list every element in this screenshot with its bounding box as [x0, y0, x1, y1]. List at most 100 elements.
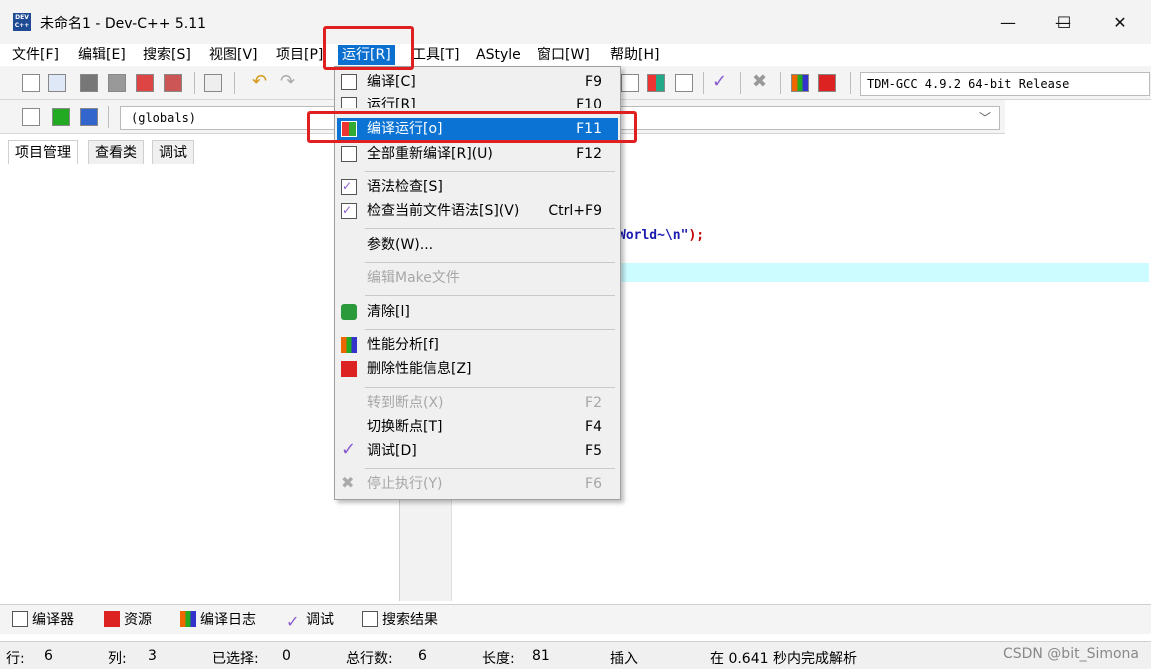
run-menu-run[interactable]: 运行[R] F10 — [337, 94, 618, 108]
close-icon[interactable]: ✕ — [1097, 8, 1143, 38]
menu-file[interactable]: 文件[F] — [8, 45, 63, 65]
run-menu-syntax-check[interactable]: ✓ 语法检查[S] — [337, 176, 618, 198]
tab-label: 资源 — [124, 612, 152, 628]
status-col-label: 列: — [108, 651, 127, 667]
toolbar-separator — [234, 72, 235, 94]
rebuild-toolbar-icon[interactable] — [675, 74, 693, 92]
menu-separator — [365, 295, 615, 296]
status-col: 3 — [148, 648, 157, 664]
check-icon[interactable]: ✓ — [712, 73, 730, 92]
run-menu-debug[interactable]: ✓ 调试[D] F5 — [337, 440, 618, 462]
toolbar-separator — [740, 72, 741, 94]
tab-compiler[interactable]: 编译器 — [12, 609, 74, 631]
watermark: CSDN @bit_Simona — [1002, 646, 1139, 662]
scope-select-value: (globals) — [131, 111, 197, 125]
menu-separator — [365, 171, 615, 172]
run-menu-label: 参数(W)... — [367, 237, 434, 253]
new-file-icon[interactable] — [22, 74, 40, 92]
run-menu-label: 性能分析[f] — [367, 337, 439, 353]
delete-profile-icon — [341, 361, 357, 377]
stop-toolbar-icon[interactable]: ✖ — [752, 73, 770, 92]
tab-resources[interactable]: 资源 — [104, 609, 152, 631]
rebuild-all-icon — [341, 146, 357, 162]
tab-class-view[interactable]: 查看类 — [88, 140, 144, 166]
run-menu-toggle-breakpoint[interactable]: 切换断点[T] F4 — [337, 416, 618, 438]
save-icon[interactable] — [80, 74, 98, 92]
open-file-icon[interactable] — [48, 74, 66, 92]
compile-run-toolbar-icon[interactable] — [647, 74, 665, 92]
tab-search-results[interactable]: 搜索结果 — [362, 609, 438, 631]
status-len-label: 长度: — [482, 651, 515, 667]
project-new-icon[interactable] — [22, 108, 40, 126]
run-menu-label: 语法检查[S] — [367, 179, 443, 195]
delete-profile-toolbar-icon[interactable] — [818, 74, 836, 92]
run-menu-shortcut: F10 — [576, 97, 602, 108]
menu-window[interactable]: 窗口[W] — [533, 45, 594, 65]
tab-compile-log[interactable]: 编译日志 — [180, 609, 256, 631]
maximize-icon[interactable]: ☐ — [1041, 8, 1087, 38]
run-icon — [341, 97, 357, 108]
tab-label: 编译器 — [32, 612, 74, 628]
run-menu-profile[interactable]: 性能分析[f] — [337, 334, 618, 356]
annotation-box-run-menu — [323, 26, 414, 70]
status-mode: 插入 — [610, 651, 638, 667]
run-menu-label: 检查当前文件语法[S](V) — [367, 203, 520, 219]
run-menu-label: 运行[R] — [367, 97, 416, 108]
menu-astyle[interactable]: AStyle — [472, 45, 525, 65]
code-string: World~\n" — [618, 228, 689, 243]
menu-edit[interactable]: 编辑[E] — [74, 45, 130, 65]
compiler-select[interactable]: TDM-GCC 4.9.2 64-bit Release — [860, 72, 1150, 96]
minimize-icon[interactable]: — — [985, 8, 1031, 38]
undo-icon[interactable]: ↶ — [252, 73, 270, 92]
run-menu-parameters[interactable]: 参数(W)... — [337, 234, 618, 256]
menu-tools[interactable]: 工具[T] — [408, 45, 463, 65]
menu-help[interactable]: 帮助[H] — [606, 45, 663, 65]
run-menu-syntax-check-file[interactable]: ✓ 检查当前文件语法[S](V) Ctrl+F9 — [337, 200, 618, 222]
status-sel: 0 — [282, 648, 291, 664]
toolbar-separator — [780, 72, 781, 94]
tab-debug-bottom[interactable]: ✓ 调试 — [286, 609, 334, 631]
code-text: World~\n"); — [618, 228, 704, 243]
tab-project-manager[interactable]: 项目管理 — [8, 140, 78, 166]
status-parse-message: 在 0.641 秒内完成解析 — [710, 651, 857, 667]
project-add-icon[interactable] — [52, 108, 70, 126]
menu-view[interactable]: 视图[V] — [205, 45, 262, 65]
close-file-icon[interactable] — [136, 74, 154, 92]
tab-debug[interactable]: 调试 — [152, 140, 194, 166]
window-title: 未命名1 - Dev-C++ 5.11 — [40, 16, 207, 32]
save-all-icon[interactable] — [108, 74, 126, 92]
status-sel-label: 已选择: — [212, 651, 259, 667]
toolbar-separator — [108, 106, 109, 128]
menu-search[interactable]: 搜索[S] — [139, 45, 195, 65]
bottom-tabs: 编译器 资源 编译日志 ✓ 调试 搜索结果 — [0, 604, 1151, 634]
app-logo-icon: DEV C++ — [13, 13, 31, 31]
project-options-icon[interactable] — [80, 108, 98, 126]
search-icon — [362, 611, 378, 627]
syntax-check-icon: ✓ — [341, 179, 357, 195]
profile-icon — [341, 337, 357, 353]
run-menu-label: 转到断点(X) — [367, 395, 444, 411]
close-all-icon[interactable] — [164, 74, 182, 92]
tab-label: 搜索结果 — [382, 612, 438, 628]
run-menu-label: 清除[l] — [367, 304, 410, 320]
run-menu-clean[interactable]: 清除[l] — [337, 301, 618, 323]
run-menu-label: 编辑Make文件 — [367, 270, 460, 286]
run-menu-label: 全部重新编译[R](U) — [367, 146, 493, 162]
run-toolbar-icon[interactable] — [621, 74, 639, 92]
menu-separator — [365, 468, 615, 469]
profile-toolbar-icon[interactable] — [791, 74, 809, 92]
print-icon[interactable] — [204, 74, 222, 92]
run-menu-delete-profile[interactable]: 删除性能信息[Z] — [337, 358, 618, 380]
menu-project[interactable]: 项目[P] — [272, 45, 327, 65]
menu-bar: 文件[F] 编辑[E] 搜索[S] 视图[V] 项目[P] 运行[R] 工具[T… — [0, 44, 1151, 66]
run-menu-shortcut: Ctrl+F9 — [548, 203, 602, 219]
run-menu-shortcut: F12 — [576, 146, 602, 162]
run-menu-label: 编译[C] — [367, 74, 416, 90]
run-menu-shortcut: F5 — [585, 443, 602, 459]
debug-check-icon: ✓ — [341, 439, 357, 460]
run-menu-rebuild-all[interactable]: 全部重新编译[R](U) F12 — [337, 143, 618, 165]
annotation-box-compile-run — [307, 111, 637, 143]
run-menu-compile[interactable]: 编译[C] F9 — [337, 71, 618, 93]
clean-icon — [341, 304, 357, 320]
redo-icon[interactable]: ↷ — [280, 73, 298, 92]
